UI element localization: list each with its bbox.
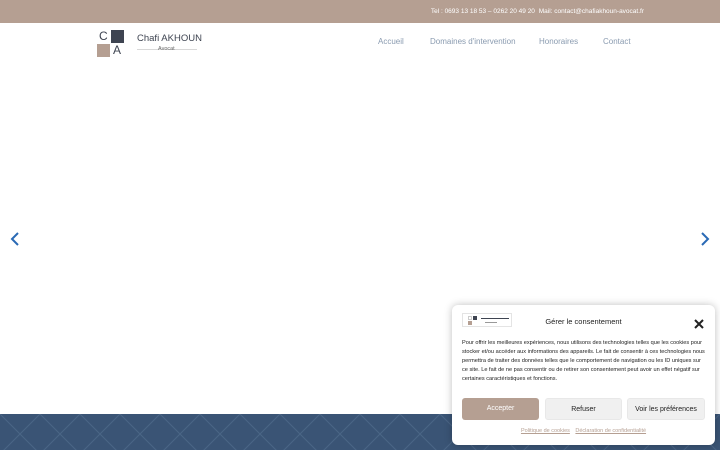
privacy-statement-link[interactable]: Déclaration de confidentialité [575,428,646,434]
view-preferences-button[interactable]: Voir les préférences [627,398,705,420]
cookie-policy-link[interactable]: Politique de cookies [521,428,570,434]
site-logo[interactable]: C A Chafi AKHOUN Avocat [97,30,207,58]
logo-name: Chafi AKHOUN [137,33,202,44]
logo-letter-a: A [113,43,122,57]
tel-numbers[interactable]: 0693 13 18 53 – 0262 20 49 20 [445,8,535,15]
chevron-left-icon[interactable] [10,232,22,246]
contact-info: Tel : 0693 13 18 53 – 0262 20 49 20 Mail… [431,8,644,15]
tel-prefix: Tel : [430,8,443,15]
logo-square [111,30,124,43]
accept-button[interactable]: Accepter [462,398,539,420]
logo-square [97,44,110,57]
logo-letter-c: C [99,29,108,43]
nav-item-domaines[interactable]: Domaines d'intervention [430,37,516,46]
nav-item-contact[interactable]: Contact [603,37,631,46]
site-header: C A Chafi AKHOUN Avocat Accueil Domaines… [0,23,720,63]
nav-item-accueil[interactable]: Accueil [378,37,404,46]
chevron-right-icon[interactable] [700,232,712,246]
modal-body-text: Pour offrir les meilleures expériences, … [462,340,705,382]
logo-subtitle: Avocat [158,46,175,52]
cookie-consent-modal: Gérer le consentement Pour offrir les me… [452,305,715,445]
mail-prefix: Mail: [538,8,553,15]
mail-link[interactable]: contact@chafiakhoun-avocat.fr [554,8,644,15]
nav-item-honoraires[interactable]: Honoraires [539,37,578,46]
modal-title: Gérer le consentement [545,317,622,326]
close-icon[interactable] [694,316,704,329]
top-info-bar: Tel : 0693 13 18 53 – 0262 20 49 20 Mail… [0,0,720,23]
refuse-button[interactable]: Refuser [545,398,622,420]
modal-links: Politique de cookies Déclaration de conf… [452,428,715,434]
